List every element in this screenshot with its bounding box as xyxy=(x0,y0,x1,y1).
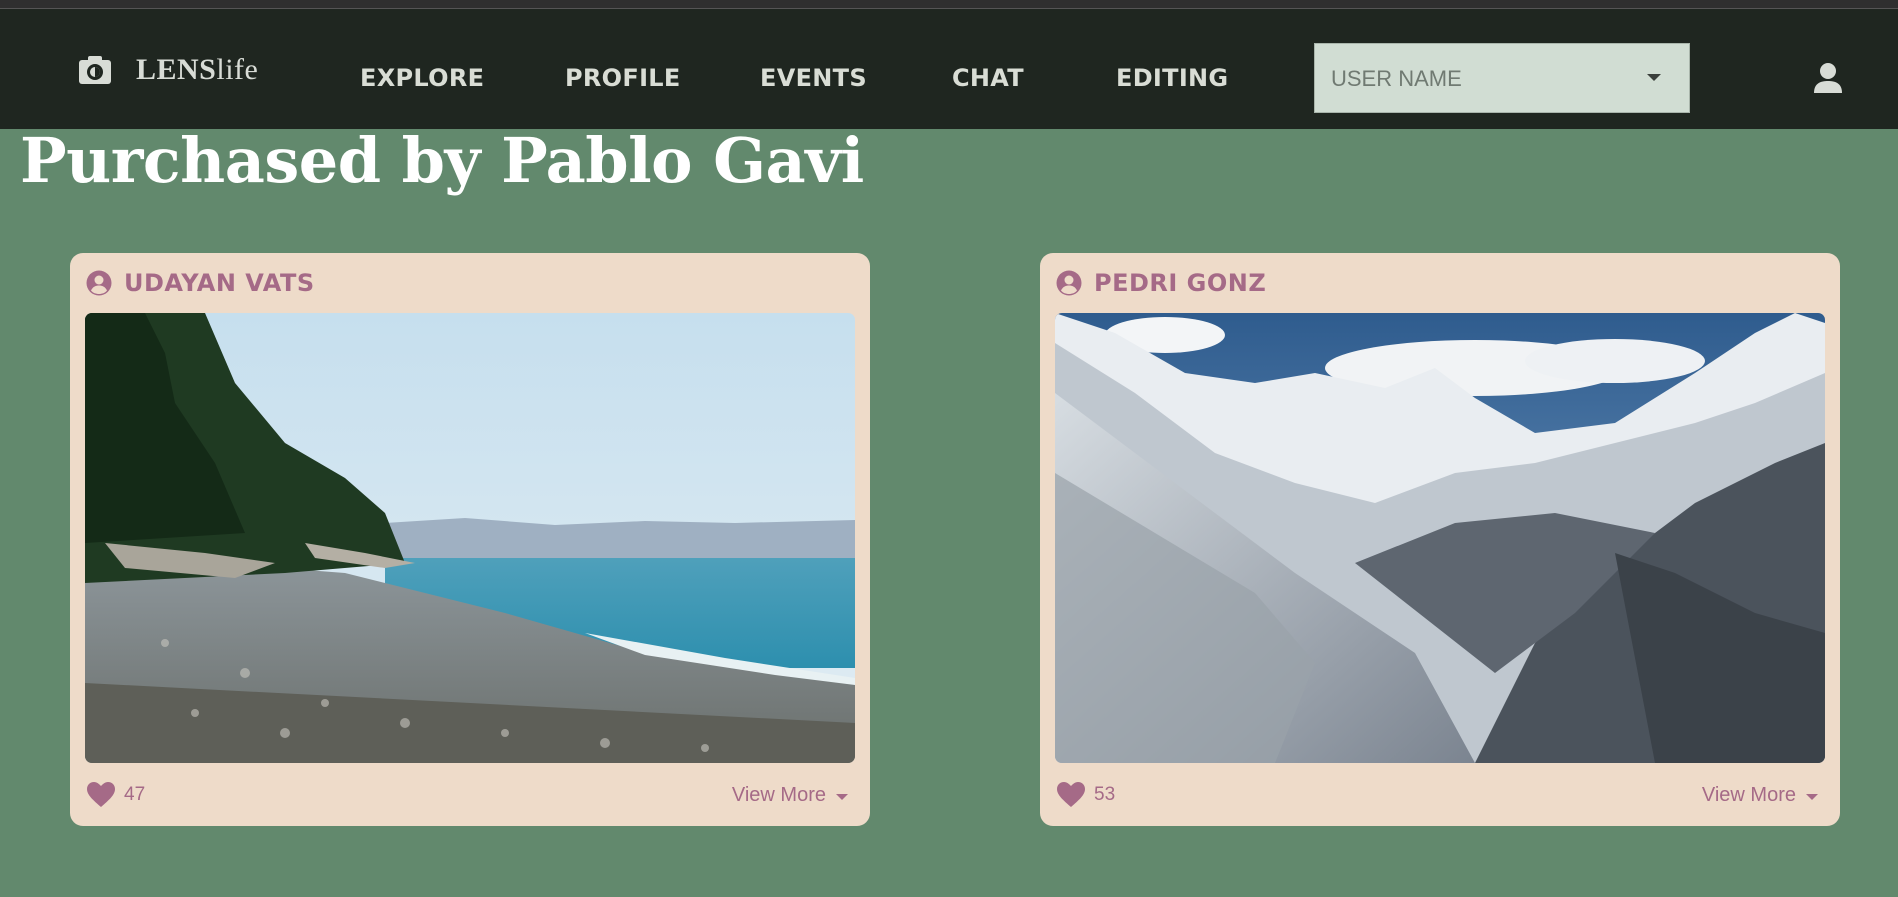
like-count: 53 xyxy=(1094,783,1116,805)
nav-explore[interactable]: EXPLORE xyxy=(360,64,484,92)
brand-name: LENSlife xyxy=(136,53,259,86)
photo-card: PEDRI GONZ 53 View More xyxy=(1040,253,1840,826)
card-footer: 53 View More xyxy=(1056,781,1818,815)
user-circle-icon xyxy=(1056,270,1082,296)
nav-editing[interactable]: EDITING xyxy=(1116,64,1228,92)
user-icon[interactable] xyxy=(1812,61,1844,95)
card-header[interactable]: PEDRI GONZ xyxy=(1056,269,1266,297)
mountain-photo[interactable] xyxy=(1055,313,1825,763)
like-count: 47 xyxy=(124,783,146,805)
nav-events[interactable]: EVENTS xyxy=(760,64,867,92)
page-title: Purchased by Pablo Gavi xyxy=(20,124,864,197)
user-name-placeholder: USER NAME xyxy=(1331,66,1462,91)
like-button[interactable]: 53 xyxy=(1056,781,1115,808)
browser-top-strip xyxy=(0,0,1898,9)
caret-down-icon xyxy=(1806,794,1818,800)
nav-profile[interactable]: PROFILE xyxy=(565,64,681,92)
navbar: LENSlife EXPLORE PROFILE EVENTS CHAT EDI… xyxy=(0,9,1898,129)
card-header[interactable]: UDAYAN VATS xyxy=(86,269,315,297)
camera-icon xyxy=(79,56,111,84)
view-more-label: View More xyxy=(1701,784,1796,806)
photo-card: UDAYAN VATS 47 View More xyxy=(70,253,870,826)
heart-icon xyxy=(87,782,115,807)
nav-chat[interactable]: CHAT xyxy=(952,64,1024,92)
card-username: PEDRI GONZ xyxy=(1094,269,1267,297)
user-circle-icon xyxy=(86,270,112,296)
card-footer: 47 View More xyxy=(86,781,848,815)
user-name-select[interactable]: USER NAME xyxy=(1314,43,1690,113)
view-more-button[interactable]: View More xyxy=(732,784,848,807)
caret-down-icon xyxy=(836,794,848,800)
heart-icon xyxy=(1057,782,1085,807)
card-username: UDAYAN VATS xyxy=(124,269,315,297)
chevron-down-icon xyxy=(1647,74,1661,81)
like-button[interactable]: 47 xyxy=(86,781,145,808)
brand[interactable]: LENSlife xyxy=(78,53,258,87)
beach-photo[interactable] xyxy=(85,313,855,763)
view-more-button[interactable]: View More xyxy=(1702,784,1818,807)
view-more-label: View More xyxy=(731,784,826,806)
